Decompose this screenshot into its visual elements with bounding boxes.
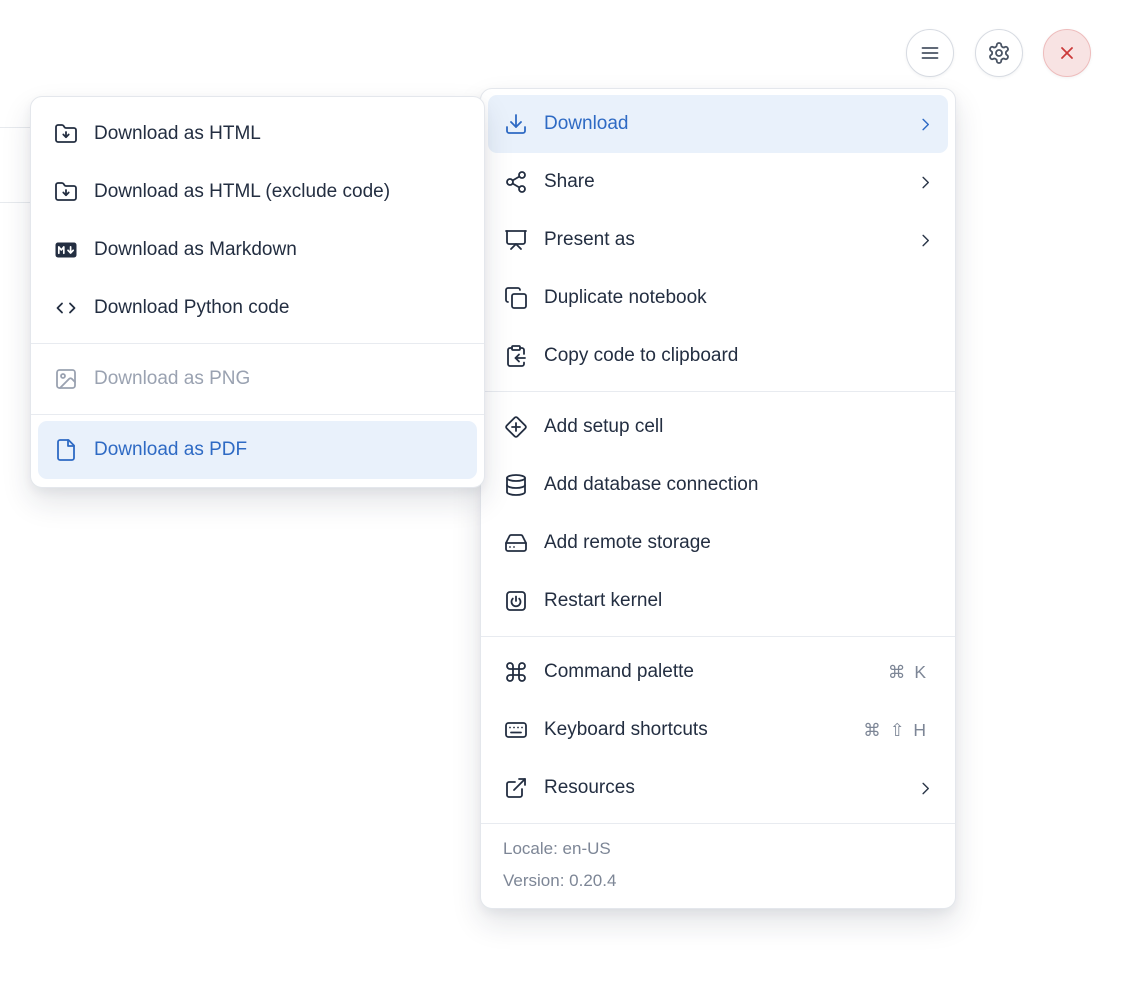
menu-item-label: Resources xyxy=(544,777,635,798)
chevron-right-icon xyxy=(916,173,935,192)
background-rule-line xyxy=(0,202,30,203)
menu-item-label: Download as PDF xyxy=(94,439,248,460)
keyboard-icon xyxy=(504,718,528,742)
download-submenu: Download as HTML Download as HTML (exclud… xyxy=(30,96,485,488)
menu-divider xyxy=(31,343,484,344)
clipboard-copy-icon xyxy=(504,344,528,368)
menu-item-restart-kernel[interactable]: Restart kernel xyxy=(488,572,948,630)
menu-item-add-remote-storage[interactable]: Add remote storage xyxy=(488,514,948,572)
menu-item-label: Download as PNG xyxy=(94,368,251,389)
menu-item-label: Keyboard shortcuts xyxy=(544,719,708,740)
chevron-right-icon xyxy=(916,779,935,798)
menu-item-add-database-connection[interactable]: Add database connection xyxy=(488,456,948,514)
folder-down-icon xyxy=(54,122,78,146)
menu-item-download-as-html[interactable]: Download as HTML xyxy=(38,105,477,163)
menu-item-label: Duplicate notebook xyxy=(544,287,707,308)
menu-divider xyxy=(481,391,955,392)
settings-button[interactable] xyxy=(974,29,1023,77)
shortcut-key: ⌘ xyxy=(863,719,881,740)
menu-item-label: Download Python code xyxy=(94,297,290,318)
menu-item-label: Restart kernel xyxy=(544,590,663,611)
diamond-plus-icon xyxy=(504,415,528,439)
menu-item-download-python-code[interactable]: Download Python code xyxy=(38,279,477,337)
menu-item-label: Download as HTML (exclude code) xyxy=(94,181,391,202)
shortcut-hint: ⌘ ⇧ H xyxy=(863,720,926,741)
menu-item-copy-code-to-clipboard[interactable]: Copy code to clipboard xyxy=(488,327,948,385)
menu-divider xyxy=(481,636,955,637)
menu-item-label: Copy code to clipboard xyxy=(544,345,739,366)
shortcut-key: K xyxy=(914,661,926,682)
hamburger-icon xyxy=(918,41,942,65)
command-icon xyxy=(504,660,528,684)
version-label: Version: 0.20.4 xyxy=(503,871,617,890)
menu-item-label: Present as xyxy=(544,229,635,250)
chevron-right-icon xyxy=(916,115,935,134)
background-rule-line xyxy=(0,127,30,128)
close-button[interactable] xyxy=(1043,29,1091,77)
shortcut-key: H xyxy=(913,719,926,740)
external-link-icon xyxy=(504,776,528,800)
menu-item-duplicate-notebook[interactable]: Duplicate notebook xyxy=(488,269,948,327)
power-square-icon xyxy=(504,589,528,613)
shortcut-key: ⇧ xyxy=(889,719,905,740)
presentation-icon xyxy=(504,228,528,252)
menu-item-resources[interactable]: Resources xyxy=(488,759,948,817)
menu-item-label: Add database connection xyxy=(544,474,759,495)
menu-item-label: Download as Markdown xyxy=(94,239,297,260)
menu-item-command-palette[interactable]: Command palette ⌘ K xyxy=(488,643,948,701)
menu-item-add-setup-cell[interactable]: Add setup cell xyxy=(488,398,948,456)
menu-item-download-as-pdf[interactable]: Download as PDF xyxy=(38,421,477,479)
menu-button[interactable] xyxy=(906,29,954,77)
menu-footer: Locale: en-US Version: 0.20.4 xyxy=(481,823,955,908)
menu-item-download-as-html-exclude-code[interactable]: Download as HTML (exclude code) xyxy=(38,163,477,221)
hard-drive-icon xyxy=(504,531,528,555)
menu-item-share[interactable]: Share xyxy=(488,153,948,211)
menu-item-download-as-png: Download as PNG xyxy=(38,350,477,408)
shortcut-key: ⌘ xyxy=(887,661,906,682)
menu-item-keyboard-shortcuts[interactable]: Keyboard shortcuts ⌘ ⇧ H xyxy=(488,701,948,759)
share-icon xyxy=(504,170,528,194)
menu-item-label: Download xyxy=(544,113,629,134)
database-icon xyxy=(504,473,528,497)
menu-item-label: Download as HTML xyxy=(94,123,261,144)
close-icon xyxy=(1055,41,1079,65)
shortcut-hint: ⌘ K xyxy=(888,662,926,683)
locale-label: Locale: en-US xyxy=(503,839,611,858)
menu-item-label: Add setup cell xyxy=(544,416,664,437)
chevron-right-icon xyxy=(916,231,935,250)
markdown-icon xyxy=(54,238,78,262)
image-icon xyxy=(54,367,78,391)
menu-item-label: Share xyxy=(544,171,595,192)
menu-item-label: Command palette xyxy=(544,661,694,682)
folder-down-icon xyxy=(54,180,78,204)
gear-icon xyxy=(987,41,1011,65)
notebook-actions-menu: Download Share Present as Duplicate noteboo… xyxy=(480,88,956,909)
file-icon xyxy=(54,438,78,462)
menu-item-download[interactable]: Download xyxy=(488,95,948,153)
menu-item-download-as-markdown[interactable]: Download as Markdown xyxy=(38,221,477,279)
download-icon xyxy=(504,112,528,136)
menu-divider xyxy=(31,414,484,415)
code-icon xyxy=(54,296,78,320)
menu-item-label: Add remote storage xyxy=(544,532,711,553)
duplicate-icon xyxy=(504,286,528,310)
menu-item-present-as[interactable]: Present as xyxy=(488,211,948,269)
